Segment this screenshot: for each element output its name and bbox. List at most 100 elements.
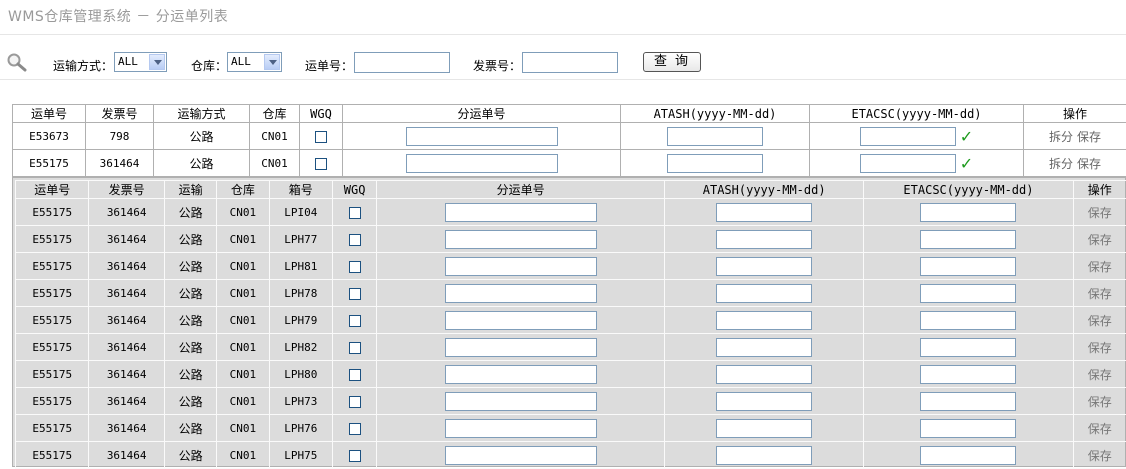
wgq-checkbox[interactable] — [349, 342, 361, 354]
actions-cell: 保存 — [1073, 280, 1126, 307]
wgq-checkbox[interactable] — [349, 234, 361, 246]
sub-waybill-cell — [377, 388, 665, 415]
sub-waybill-input[interactable] — [445, 365, 597, 384]
atash-input[interactable] — [667, 154, 763, 173]
save-link[interactable]: 保存 — [1088, 395, 1112, 409]
col-transport: 运输方式 — [154, 105, 250, 123]
sub-waybill-input[interactable] — [445, 284, 597, 303]
etacsc-cell — [864, 442, 1073, 469]
sub-waybill-input[interactable] — [445, 230, 597, 249]
transport-cell: 公路 — [154, 123, 250, 150]
wgq-checkbox[interactable] — [349, 369, 361, 381]
save-link[interactable]: 保存 — [1077, 157, 1101, 171]
sub-waybill-input[interactable] — [445, 338, 597, 357]
etacsc-input[interactable] — [920, 311, 1016, 330]
warehouse-cell: CN01 — [250, 123, 300, 150]
atash-input[interactable] — [716, 365, 812, 384]
atash-input[interactable] — [716, 419, 812, 438]
table-row: E55175361464公路CN01LPI04保存 — [16, 199, 1126, 226]
atash-input[interactable] — [716, 257, 812, 276]
etacsc-input[interactable] — [920, 365, 1016, 384]
etacsc-input[interactable] — [920, 446, 1016, 465]
save-link[interactable]: 保存 — [1088, 368, 1112, 382]
title-divider — [0, 34, 1126, 35]
sub-waybill-input[interactable] — [445, 419, 597, 438]
save-link[interactable]: 保存 — [1088, 314, 1112, 328]
wgq-checkbox[interactable] — [349, 288, 361, 300]
atash-input[interactable] — [716, 446, 812, 465]
col-waybill: 运单号 — [16, 181, 89, 199]
atash-input[interactable] — [716, 311, 812, 330]
etacsc-cell — [864, 334, 1073, 361]
save-link[interactable]: 保存 — [1088, 206, 1112, 220]
invoice-cell: 361464 — [89, 388, 164, 415]
wgq-checkbox[interactable] — [349, 450, 361, 462]
sub-waybill-input[interactable] — [406, 127, 558, 146]
atash-input[interactable] — [667, 127, 763, 146]
table-row: E55175361464公路CN01LPH76保存 — [16, 415, 1126, 442]
transport-label: 运输方式： — [53, 57, 113, 74]
etacsc-input[interactable] — [920, 203, 1016, 222]
atash-cell — [665, 226, 864, 253]
col-warehouse: 仓库 — [217, 181, 269, 199]
wgq-checkbox[interactable] — [349, 261, 361, 273]
wgq-cell — [332, 361, 376, 388]
sub-waybill-input[interactable] — [445, 257, 597, 276]
etacsc-input[interactable] — [920, 392, 1016, 411]
etacsc-input[interactable] — [860, 127, 956, 146]
col-actions: 操作 — [1024, 105, 1126, 123]
warehouse-cell: CN01 — [217, 442, 269, 469]
col-invoice: 发票号 — [86, 105, 154, 123]
wgq-checkbox[interactable] — [349, 207, 361, 219]
atash-input[interactable] — [716, 392, 812, 411]
save-link[interactable]: 保存 — [1088, 233, 1112, 247]
wgq-checkbox[interactable] — [349, 315, 361, 327]
box-cell: LPH77 — [269, 226, 332, 253]
save-link[interactable]: 保存 — [1088, 260, 1112, 274]
sub-waybill-input[interactable] — [445, 311, 597, 330]
save-link[interactable]: 保存 — [1088, 422, 1112, 436]
etacsc-input[interactable] — [920, 230, 1016, 249]
wgq-checkbox[interactable] — [315, 131, 327, 143]
actions-cell: 保存 — [1073, 307, 1126, 334]
query-button[interactable]: 查询 — [643, 52, 701, 72]
save-link[interactable]: 保存 — [1088, 341, 1112, 355]
atash-input[interactable] — [716, 338, 812, 357]
wgq-checkbox[interactable] — [315, 158, 327, 170]
save-link[interactable]: 保存 — [1088, 287, 1112, 301]
chevron-down-icon[interactable] — [149, 54, 165, 70]
wgq-checkbox[interactable] — [349, 423, 361, 435]
etacsc-input[interactable] — [920, 257, 1016, 276]
wgq-checkbox[interactable] — [349, 396, 361, 408]
warehouse-select[interactable]: ALL — [227, 52, 282, 72]
sub-waybill-input[interactable] — [445, 203, 597, 222]
atash-input[interactable] — [716, 284, 812, 303]
etacsc-input[interactable] — [920, 284, 1016, 303]
invoice-cell: 361464 — [89, 442, 164, 469]
box-cell: LPH73 — [269, 388, 332, 415]
waybill-cell: E55175 — [16, 334, 89, 361]
etacsc-cell — [864, 226, 1073, 253]
save-link[interactable]: 保存 — [1077, 130, 1101, 144]
chevron-down-icon[interactable] — [264, 54, 280, 70]
invoice-input[interactable] — [522, 52, 618, 73]
waybill-cell: E55175 — [16, 226, 89, 253]
sub-waybill-panel: 运单号 发票号 运输 仓库 箱号 WGQ 分运单号 ATASH(yyyy-MM-… — [12, 177, 1126, 467]
etacsc-input[interactable] — [920, 419, 1016, 438]
checkmark-icon[interactable]: ✓ — [960, 127, 973, 146]
waybill-input[interactable] — [354, 52, 450, 73]
sub-waybill-input[interactable] — [445, 446, 597, 465]
atash-input[interactable] — [716, 203, 812, 222]
save-link[interactable]: 保存 — [1088, 449, 1112, 463]
invoice-cell: 361464 — [89, 280, 164, 307]
transport-select[interactable]: ALL — [114, 52, 167, 72]
checkmark-icon[interactable]: ✓ — [960, 154, 973, 173]
col-etacsc: ETACSC(yyyy-MM-dd) — [810, 105, 1024, 123]
sub-waybill-input[interactable] — [406, 154, 558, 173]
atash-input[interactable] — [716, 230, 812, 249]
etacsc-input[interactable] — [860, 154, 956, 173]
etacsc-input[interactable] — [920, 338, 1016, 357]
split-link[interactable]: 拆分 — [1049, 130, 1073, 144]
sub-waybill-input[interactable] — [445, 392, 597, 411]
split-link[interactable]: 拆分 — [1049, 157, 1073, 171]
